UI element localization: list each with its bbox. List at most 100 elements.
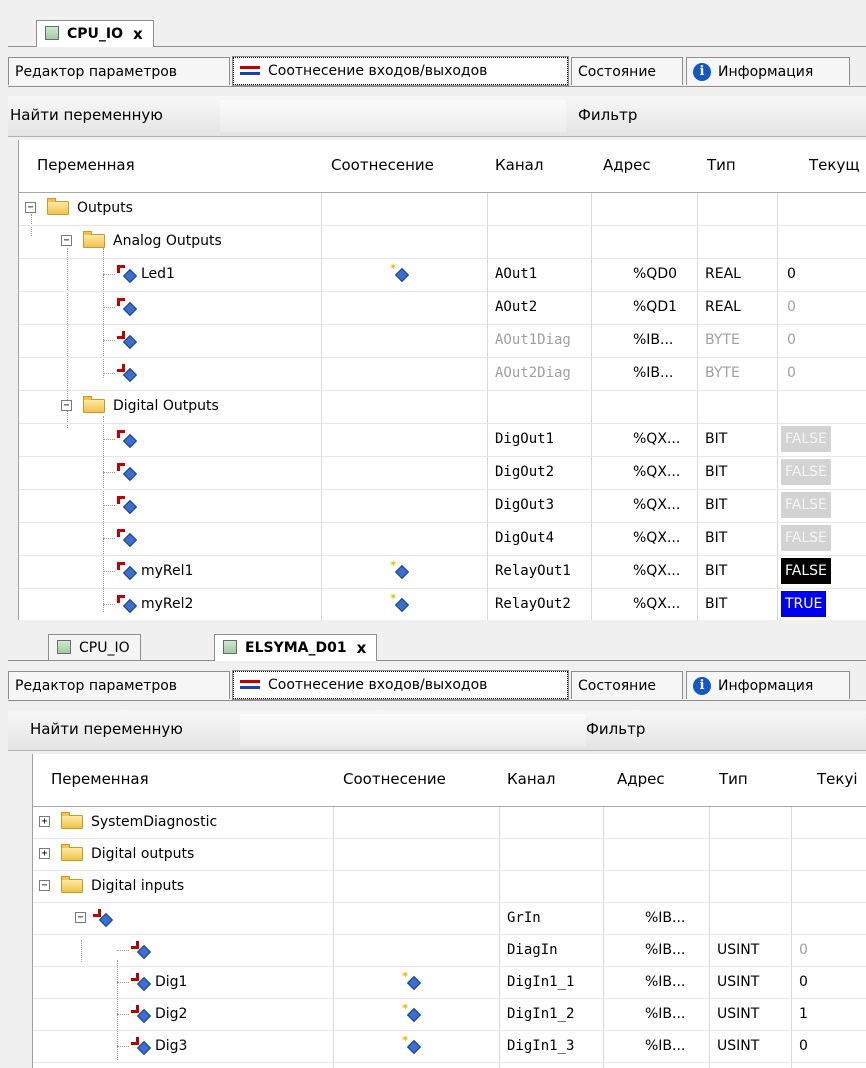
current-value[interactable]: 1 (799, 1006, 808, 1022)
table-row[interactable]: myRel2 ✶ RelayOut2 %QX... BIT TRUE (19, 588, 866, 620)
folder-icon (61, 876, 83, 893)
current-value[interactable]: 0 (787, 365, 796, 381)
close-icon[interactable]: x (133, 25, 143, 43)
column-channel[interactable]: Канал (507, 770, 555, 788)
tab-information[interactable]: i Информация (686, 671, 850, 699)
collapse-icon[interactable]: − (39, 880, 50, 891)
current-value[interactable]: 0 (787, 266, 796, 282)
column-address[interactable]: Адрес (603, 156, 651, 174)
current-value[interactable]: 0 (787, 332, 796, 348)
current-value[interactable]: FALSE (781, 459, 831, 485)
table-row[interactable]: Dig1 ✶ DigIn1_1 %IB... USINT 0 (33, 966, 866, 999)
column-variable[interactable]: Переменная (37, 156, 135, 174)
table-row[interactable]: Led1 ✶ AOut1 %QD0 REAL 0 (19, 258, 866, 292)
tab-parameter-editor[interactable]: Редактор параметров (8, 671, 230, 699)
tab-cpu-io[interactable]: CPU_IO (48, 634, 141, 660)
input-variable-icon (131, 973, 152, 992)
filter-dropdown[interactable]: Фильтр (586, 720, 645, 738)
variable-name: myRel1 (141, 563, 194, 579)
tab-cpu-io[interactable]: CPU_IO x (36, 20, 154, 47)
table-row[interactable]: − GrIn %IB... (33, 902, 866, 935)
table-row[interactable]: AOut1Diag %IB... BYTE 0 (19, 324, 866, 358)
collapse-icon[interactable]: − (61, 235, 72, 246)
table-row[interactable]: + SystemDiagnostic (33, 806, 866, 839)
editor-subtab-strip: Редактор параметров Соотнесение входов/в… (8, 54, 866, 87)
find-variable-input[interactable] (220, 100, 566, 132)
table-row[interactable]: AOut2Diag %IB... BYTE 0 (19, 357, 866, 391)
mapped-variable-icon: ✶ (401, 971, 422, 991)
tab-io-mapping[interactable]: Соотнесение входов/выходов (232, 56, 569, 86)
collapse-icon[interactable]: − (61, 400, 72, 411)
tab-label: Информация (718, 63, 814, 80)
table-row[interactable]: − Analog Outputs (19, 225, 866, 259)
table-row[interactable]: Dig2 ✶ DigIn1_2 %IB... USINT 1 (33, 998, 866, 1031)
address-value: %IB... (645, 1038, 686, 1054)
tab-io-mapping[interactable]: Соотнесение входов/выходов (232, 670, 569, 700)
folder-icon (61, 812, 83, 829)
table-row[interactable]: + Digital outputs (33, 838, 866, 871)
current-value[interactable]: 0 (799, 974, 808, 990)
column-mapping[interactable]: Соотнесение (343, 770, 446, 788)
current-value[interactable]: 0 (799, 1038, 808, 1054)
tab-parameter-editor[interactable]: Редактор параметров (8, 57, 230, 85)
column-current-value[interactable]: Текуі (817, 770, 858, 788)
channel-name: AOut1 (495, 266, 538, 282)
address-value: %QX... (633, 530, 681, 546)
current-value[interactable]: 0 (799, 942, 808, 958)
folder-icon (83, 396, 105, 413)
column-mapping[interactable]: Соотнесение (331, 156, 434, 174)
table-header: Переменная Соотнесение Канал Адрес Тип Т… (33, 754, 866, 807)
expand-icon[interactable]: + (39, 848, 50, 859)
current-value[interactable]: FALSE (781, 558, 831, 584)
tab-elsyma-d01[interactable]: ELSYMA_D01 x (214, 634, 378, 661)
current-value[interactable]: FALSE (781, 525, 831, 551)
output-variable-icon (117, 265, 138, 284)
column-variable[interactable]: Переменная (51, 770, 149, 788)
type-value: BIT (705, 431, 728, 447)
mapped-variable-icon: ✶ (401, 1003, 422, 1023)
tab-label: Информация (718, 677, 814, 694)
expand-icon[interactable]: + (39, 816, 50, 827)
variable-name: Led1 (141, 266, 175, 282)
table-row[interactable]: DigOut1 %QX... BIT FALSE (19, 423, 866, 457)
tab-label: Соотнесение входов/выходов (268, 63, 488, 79)
address-value: %QX... (633, 497, 681, 513)
find-variable-label: Найти переменную (10, 106, 163, 124)
column-current-value[interactable]: Текущ (809, 156, 859, 174)
filter-dropdown[interactable]: Фильтр (578, 106, 637, 124)
current-value[interactable]: TRUE (781, 591, 827, 617)
table-row[interactable]: DiagIn %IB... USINT 0 (33, 934, 866, 967)
tab-label: Соотнесение входов/выходов (268, 677, 488, 693)
table-row[interactable]: − Outputs (19, 192, 866, 226)
tab-label: Редактор параметров (15, 63, 178, 80)
table-row[interactable]: DigOut3 %QX... BIT FALSE (19, 489, 866, 523)
current-value[interactable]: 0 (787, 299, 796, 315)
type-value: BYTE (705, 365, 740, 381)
collapse-icon[interactable]: − (25, 202, 36, 213)
tab-status[interactable]: Состояние (571, 57, 683, 85)
column-address[interactable]: Адрес (617, 770, 665, 788)
address-value: %IB... (633, 332, 674, 348)
column-type[interactable]: Тип (707, 156, 736, 174)
current-value[interactable]: FALSE (781, 492, 831, 518)
table-row[interactable]: − Digital inputs (33, 870, 866, 903)
collapse-icon[interactable]: − (75, 912, 86, 923)
column-channel[interactable]: Канал (495, 156, 543, 174)
address-value: %QX... (633, 563, 681, 579)
table-row[interactable]: AOut2 %QD1 REAL 0 (19, 291, 866, 325)
table-row[interactable]: DigOut4 %QX... BIT FALSE (19, 522, 866, 556)
column-type[interactable]: Тип (719, 770, 748, 788)
type-value: USINT (717, 974, 760, 990)
table-row[interactable]: myRel1 ✶ RelayOut1 %QX... BIT FALSE (19, 555, 866, 589)
table-row[interactable]: Dig3 ✶ DigIn1_3 %IB... USINT 0 (33, 1030, 866, 1063)
close-icon[interactable]: x (357, 639, 367, 657)
table-row[interactable]: DigOut2 %QX... BIT FALSE (19, 456, 866, 490)
tab-label: CPU_IO (79, 639, 130, 656)
table-row[interactable]: − Digital Outputs (19, 390, 866, 424)
tab-status[interactable]: Состояние (571, 671, 683, 699)
tab-information[interactable]: i Информация (686, 57, 850, 85)
find-variable-input[interactable] (240, 714, 586, 746)
tab-label: Состояние (578, 63, 657, 80)
current-value[interactable]: FALSE (781, 426, 831, 452)
variable-name: myRel2 (141, 596, 194, 612)
